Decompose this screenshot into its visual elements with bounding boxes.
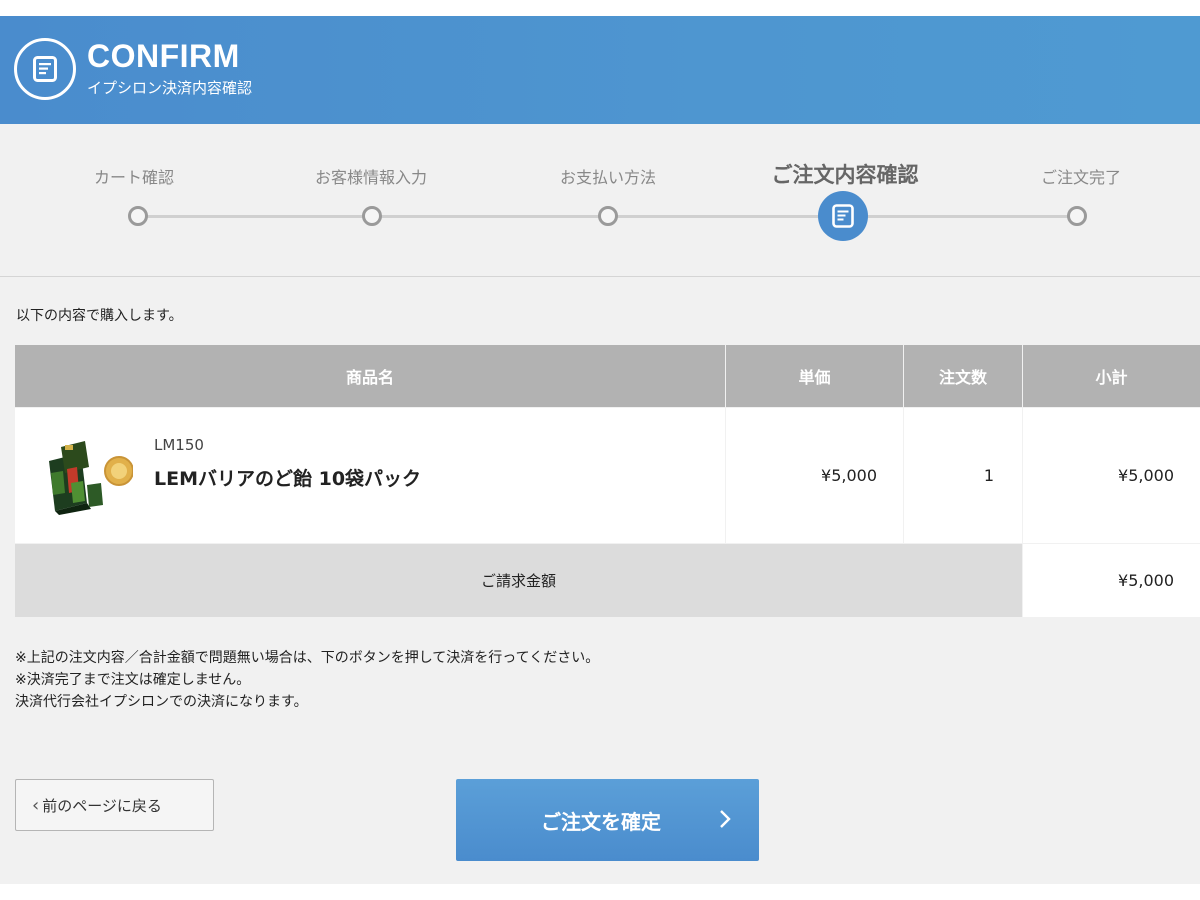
- step-label-customer-info: お客様情報入力: [314, 168, 428, 187]
- total-label: ご請求金額: [15, 544, 1022, 617]
- product-image: [41, 433, 134, 517]
- chevron-right-icon: [720, 810, 731, 828]
- step-label-confirm: ご注文内容確認: [771, 163, 919, 187]
- unit-price-cell: ¥5,000: [726, 408, 903, 543]
- page: CONFIRM イプシロン決済内容確認 カート確認 お客様情報入力 お支払い方法…: [0, 16, 1200, 884]
- document-icon: [832, 204, 854, 228]
- step-dot-cart: [128, 206, 148, 226]
- column-header-subtotal: 小計: [1023, 345, 1200, 407]
- notes: ※上記の注文内容／合計金額で問題無い場合は、下のボタンを押して決済を行ってくださ…: [15, 647, 599, 713]
- step-dot-confirm-active: [818, 191, 868, 241]
- product-name: LEMバリアのど飴 10袋パック: [154, 468, 422, 490]
- page-title: CONFIRM: [87, 38, 240, 74]
- page-header: CONFIRM イプシロン決済内容確認: [0, 16, 1200, 124]
- step-dot-payment: [598, 206, 618, 226]
- step-dot-customer-info: [362, 206, 382, 226]
- note-line: ※決済完了まで注文は確定しません。: [15, 672, 251, 688]
- quantity-cell: 1: [904, 408, 1022, 543]
- step-label-cart: カート確認: [93, 168, 175, 187]
- product-code: LM150: [154, 436, 204, 454]
- divider: [0, 276, 1200, 277]
- document-icon: [14, 38, 76, 100]
- confirm-order-label: ご注文を確定: [541, 809, 661, 834]
- total-value: ¥5,000: [1023, 544, 1200, 617]
- confirm-order-button[interactable]: ご注文を確定: [456, 779, 759, 861]
- note-line: 決済代行会社イプシロンでの決済になります。: [15, 694, 308, 710]
- note-line: ※上記の注文内容／合計金額で問題無い場合は、下のボタンを押して決済を行ってくださ…: [15, 650, 600, 666]
- step-label-complete: ご注文完了: [1040, 168, 1122, 187]
- back-button[interactable]: ‹ 前のページに戻る: [15, 779, 214, 831]
- column-header-product: 商品名: [15, 345, 725, 407]
- chevron-left-icon: ‹: [32, 794, 40, 816]
- step-dot-complete: [1067, 206, 1087, 226]
- page-subtitle: イプシロン決済内容確認: [87, 79, 253, 97]
- subtotal-cell: ¥5,000: [1023, 408, 1200, 543]
- intro-text: 以下の内容で購入します。: [16, 308, 183, 324]
- column-header-unit-price: 単価: [726, 345, 903, 407]
- step-label-payment: お支払い方法: [559, 168, 657, 187]
- column-header-quantity: 注文数: [904, 345, 1022, 407]
- back-button-label: 前のページに戻る: [42, 796, 162, 815]
